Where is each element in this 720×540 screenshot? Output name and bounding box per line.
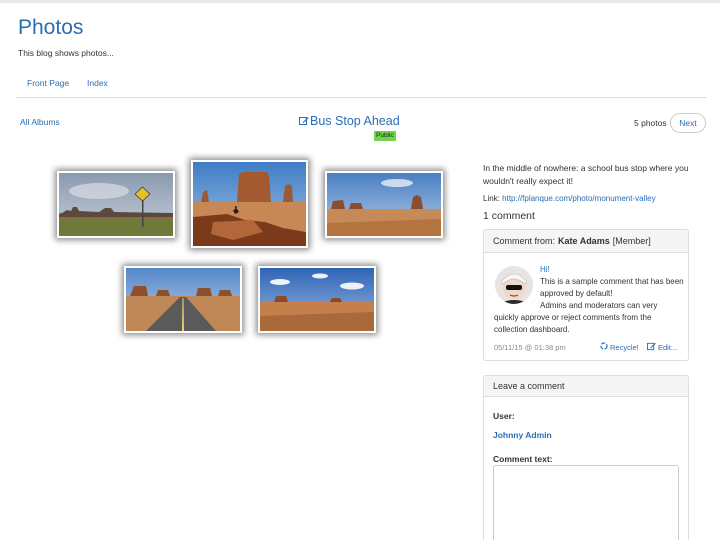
album-title: Bus Stop Ahead bbox=[299, 114, 400, 128]
all-albums-link[interactable]: All Albums bbox=[20, 117, 60, 127]
comment-date: 05/11/15 @ 01:38 pm bbox=[494, 343, 566, 352]
leave-comment-title: Leave a comment bbox=[484, 376, 688, 397]
link-prefix: Link: bbox=[483, 194, 500, 203]
recycle-label: Recycle! bbox=[610, 342, 639, 352]
user-label: User: bbox=[493, 411, 515, 421]
photo-thumbnail[interactable] bbox=[191, 160, 308, 248]
photo-thumbnail[interactable] bbox=[258, 266, 376, 333]
edit-label: Edit... bbox=[658, 343, 678, 352]
next-button[interactable]: Next bbox=[670, 113, 706, 133]
photo-thumbnail[interactable] bbox=[57, 171, 175, 238]
site-title[interactable]: Photos bbox=[18, 16, 83, 40]
comment-body: Hi! This is a sample comment that has be… bbox=[540, 264, 685, 300]
nav-item-index[interactable]: Index bbox=[87, 78, 108, 88]
comment-text-input[interactable] bbox=[493, 465, 679, 540]
album-link[interactable]: http://fplanque.com/photo/monument-valle… bbox=[502, 194, 655, 203]
comment-line: Admins and moderators can very quickly a… bbox=[494, 301, 658, 334]
site-tagline: This blog shows photos... bbox=[18, 48, 114, 58]
status-badge: Public bbox=[374, 131, 396, 141]
photo-count: 5 photos bbox=[634, 118, 667, 128]
recycle-icon bbox=[600, 342, 608, 352]
comment-header: Comment from: Kate Adams [Member] bbox=[484, 230, 688, 253]
nav-divider bbox=[16, 97, 707, 98]
comment-text-label: Comment text: bbox=[493, 454, 553, 464]
comment-author-role: [Member] bbox=[612, 236, 651, 246]
photo-thumbnail[interactable] bbox=[325, 171, 443, 238]
edit-icon bbox=[647, 342, 656, 353]
recycle-button[interactable]: Recycle! bbox=[600, 342, 639, 352]
album-link-line: Link: http://fplanque.com/photo/monument… bbox=[483, 194, 656, 203]
user-name-link[interactable]: Johnny Admin bbox=[493, 430, 552, 440]
comment-author[interactable]: Kate Adams bbox=[558, 236, 610, 246]
top-border bbox=[0, 0, 720, 3]
comment-line: This is a sample comment that has been a… bbox=[540, 277, 684, 298]
photo-thumbnail[interactable] bbox=[124, 266, 242, 333]
avatar[interactable] bbox=[495, 266, 533, 304]
leave-comment-card: Leave a comment User: Johnny Admin Comme… bbox=[483, 375, 689, 540]
edit-icon[interactable] bbox=[299, 116, 309, 126]
comment-line: Hi! bbox=[540, 265, 550, 274]
edit-comment-button[interactable]: Edit... bbox=[647, 342, 677, 353]
comment-card: Comment from: Kate Adams [Member] Hi! Th… bbox=[483, 229, 689, 361]
comment-header-prefix: Comment from: bbox=[493, 236, 556, 246]
comment-count: 1 comment bbox=[483, 210, 535, 222]
nav-item-front-page[interactable]: Front Page bbox=[27, 78, 69, 88]
album-title-text[interactable]: Bus Stop Ahead bbox=[310, 114, 400, 128]
album-description: In the middle of nowhere: a school bus s… bbox=[483, 163, 689, 186]
